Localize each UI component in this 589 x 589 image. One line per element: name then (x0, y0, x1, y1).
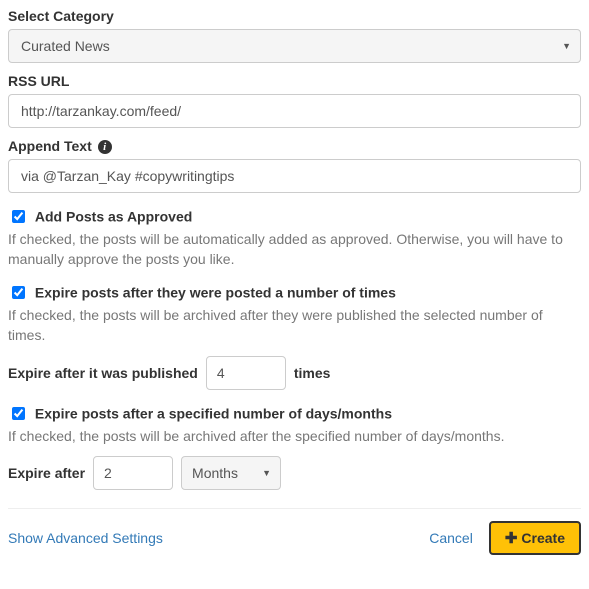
expire-duration-checkbox[interactable] (12, 407, 25, 420)
category-label: Select Category (8, 8, 581, 24)
rss-url-label: RSS URL (8, 73, 581, 89)
expire-times-checkbox[interactable] (12, 286, 25, 299)
approved-label: Add Posts as Approved (35, 209, 192, 225)
info-icon[interactable]: i (98, 140, 112, 154)
expire-times-suffix: times (294, 365, 331, 381)
category-select[interactable]: Curated News (8, 29, 581, 63)
expire-duration-prefix: Expire after (8, 465, 85, 481)
divider (8, 508, 581, 509)
expire-duration-unit-select[interactable]: Months (181, 456, 281, 490)
append-text-input[interactable] (8, 159, 581, 193)
cancel-link[interactable]: Cancel (429, 530, 473, 546)
expire-duration-help: If checked, the posts will be archived a… (8, 427, 581, 447)
show-advanced-link[interactable]: Show Advanced Settings (8, 530, 163, 546)
append-text-label: Append Text i (8, 138, 581, 154)
expire-times-help: If checked, the posts will be archived a… (8, 306, 581, 345)
approved-help: If checked, the posts will be automatica… (8, 230, 581, 269)
create-button[interactable]: ✚ Create (489, 521, 581, 555)
expire-duration-label: Expire posts after a specified number of… (35, 405, 392, 421)
plus-icon: ✚ (505, 529, 518, 547)
expire-times-prefix: Expire after it was published (8, 365, 198, 381)
approved-checkbox[interactable] (12, 210, 25, 223)
create-button-label: Create (521, 530, 565, 546)
expire-times-input[interactable] (206, 356, 286, 390)
rss-url-input[interactable] (8, 94, 581, 128)
expire-duration-input[interactable] (93, 456, 173, 490)
expire-times-label: Expire posts after they were posted a nu… (35, 285, 396, 301)
